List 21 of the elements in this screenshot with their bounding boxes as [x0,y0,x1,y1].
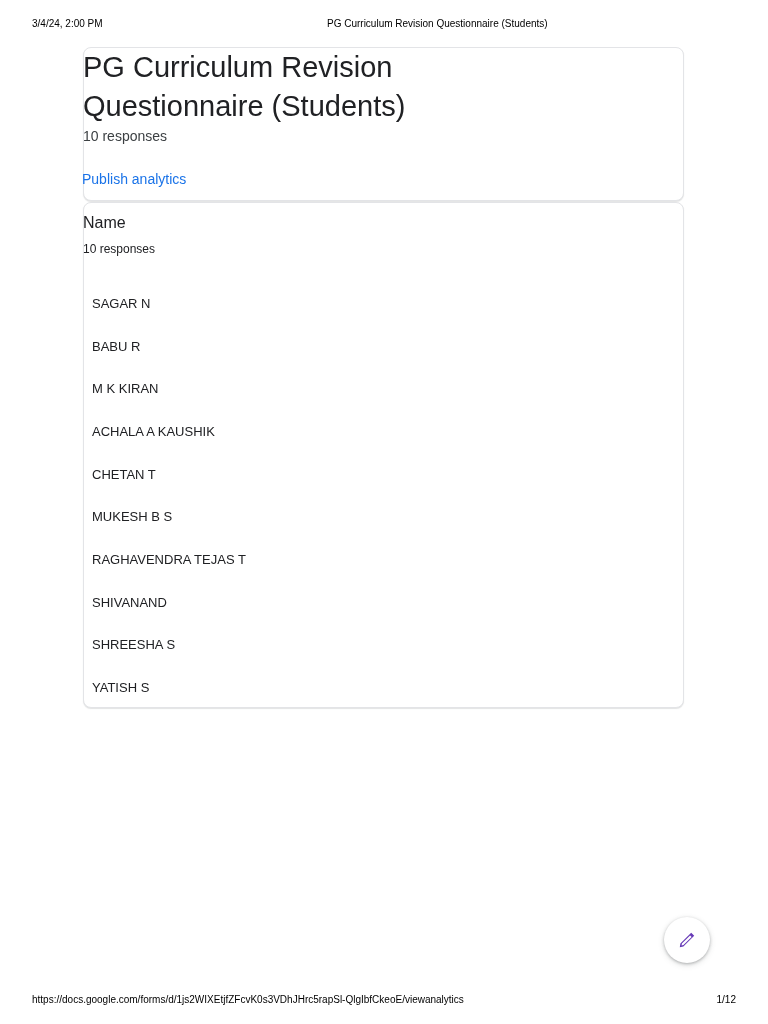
pencil-icon [678,931,696,949]
print-date: 3/4/24, 2:00 PM [32,18,103,29]
publish-analytics-link[interactable]: Publish analytics [82,169,187,189]
response-text: CHETAN T [92,465,157,484]
question-title: Name [83,213,126,233]
response-text: RAGHAVENDRA TEJAS T [92,550,246,569]
page-number: 1/12 [716,993,736,1005]
response-text: SHIVANAND [92,593,168,612]
form-title: PG Curriculum Revision Questionnaire (Students) [83,50,407,124]
response-text: M K KIRAN [92,380,160,399]
response-text: BABU R [92,337,142,356]
response-text: MUKESH B S [92,508,174,527]
question-response-count: 10 responses [83,241,156,257]
print-page-title: PG Curriculum Revision Questionnaire (Students) [325,18,549,29]
response-text: YATISH S [92,679,151,698]
edit-button[interactable] [664,917,710,963]
response-count: 10 responses [83,127,168,146]
response-text: SAGAR N [92,294,152,313]
response-text: SHREESHA S [92,636,177,655]
response-text: ACHALA A KAUSHIK [92,422,216,441]
page-url: https://docs.google.com/forms/d/1js2WIXEtjfZFcvK0s3VDhJHrc5rapSl-QlgIbfCkeoE/viewanalytics [32,993,464,1005]
